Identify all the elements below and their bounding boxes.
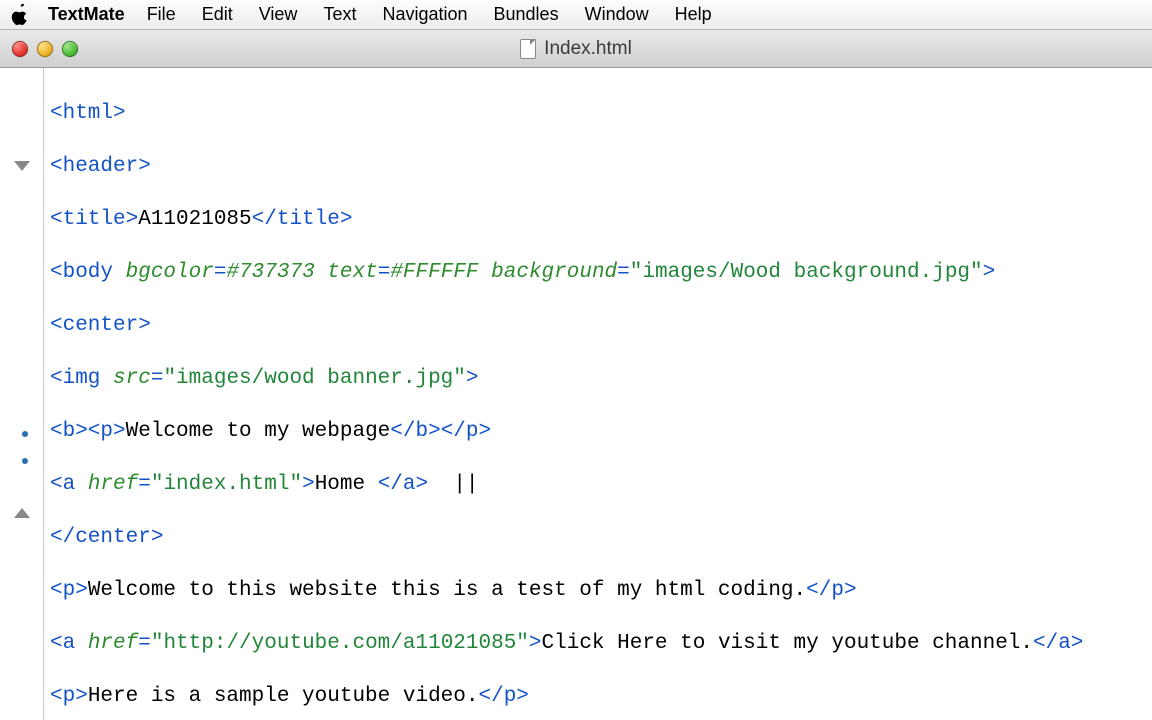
menu-navigation[interactable]: Navigation (382, 4, 467, 25)
gutter-bullet (22, 431, 28, 437)
fold-open-icon[interactable] (14, 161, 30, 171)
menu-file[interactable]: File (147, 4, 176, 25)
code-line[interactable]: <center> (50, 313, 1146, 340)
code-line[interactable]: <html> (50, 101, 1146, 128)
code-line[interactable]: </center> (50, 525, 1146, 552)
menu-text[interactable]: Text (323, 4, 356, 25)
document-name: Index.html (544, 38, 632, 60)
close-button[interactable] (12, 41, 28, 57)
fold-close-icon[interactable] (14, 508, 30, 518)
code-line[interactable]: <p>Here is a sample youtube video.</p> (50, 684, 1146, 711)
editor: <html> <header> <title>A11021085</title>… (0, 68, 1152, 720)
gutter-bullet (22, 458, 28, 464)
menu-help[interactable]: Help (675, 4, 712, 25)
code-line[interactable]: <a href="http://youtube.com/a11021085">C… (50, 631, 1146, 658)
document-icon (520, 39, 536, 59)
code-line[interactable]: <a href="index.html">Home </a> || (50, 472, 1146, 499)
code-line[interactable]: <b><p>Welcome to my webpage</b></p> (50, 419, 1146, 446)
menu-edit[interactable]: Edit (202, 4, 233, 25)
code-line[interactable]: <p>Welcome to this website this is a tes… (50, 578, 1146, 605)
menu-window[interactable]: Window (585, 4, 649, 25)
zoom-button[interactable] (62, 41, 78, 57)
document-title: Index.html (0, 38, 1152, 60)
code-line[interactable]: <body bgcolor=#737373 text=#FFFFFF backg… (50, 260, 1146, 287)
traffic-lights (12, 41, 78, 57)
code-area[interactable]: <html> <header> <title>A11021085</title>… (44, 68, 1152, 720)
gutter[interactable] (0, 68, 44, 720)
code-line[interactable]: <img src="images/wood banner.jpg"> (50, 366, 1146, 393)
window-titlebar: Index.html (0, 30, 1152, 68)
minimize-button[interactable] (37, 41, 53, 57)
code-line[interactable]: <header> (50, 154, 1146, 181)
apple-menu-icon[interactable] (10, 4, 30, 26)
code-line[interactable]: <title>A11021085</title> (50, 207, 1146, 234)
menu-bundles[interactable]: Bundles (494, 4, 559, 25)
menu-bar: TextMate File Edit View Text Navigation … (0, 0, 1152, 30)
menu-view[interactable]: View (259, 4, 298, 25)
app-name[interactable]: TextMate (48, 4, 125, 25)
